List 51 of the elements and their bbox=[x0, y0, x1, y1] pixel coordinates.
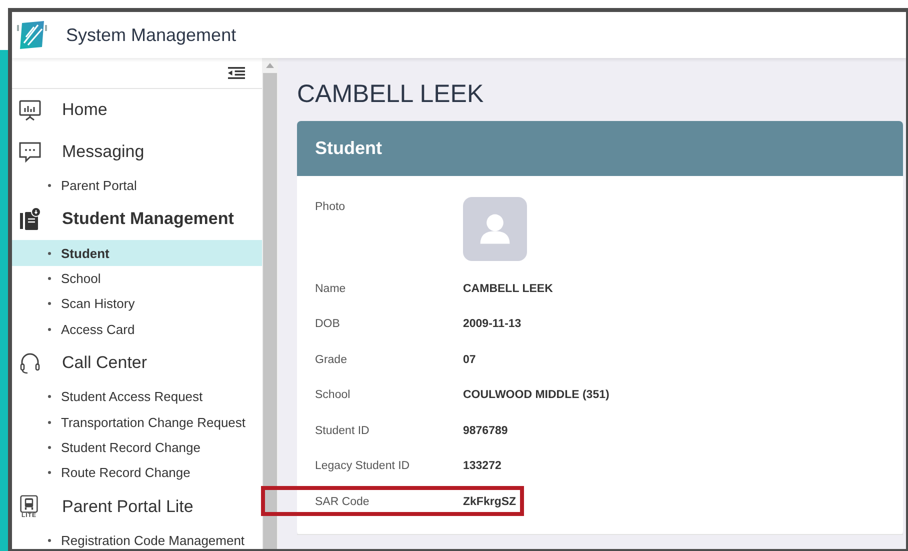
bullet-icon bbox=[48, 184, 51, 188]
menu-item[interactable]: Transportation Change Request bbox=[12, 409, 262, 435]
bullet-icon bbox=[48, 538, 51, 542]
bullet-icon bbox=[48, 252, 51, 255]
menu-item[interactable]: Registration Code Management bbox=[12, 528, 262, 549]
field-value: CAMBELL LEEK bbox=[463, 282, 553, 295]
field-label: DOB bbox=[315, 318, 341, 330]
menu-group[interactable]: Student Management bbox=[12, 198, 262, 240]
bullet-icon bbox=[48, 328, 51, 331]
field-value: 9876789 bbox=[463, 424, 508, 437]
bullet-icon bbox=[48, 276, 51, 280]
field-label: School bbox=[315, 389, 352, 402]
menu-item[interactable]: Student Record Change bbox=[12, 434, 262, 460]
field-label: Name bbox=[315, 282, 347, 295]
bullet-icon bbox=[48, 395, 51, 398]
app-title: System Management bbox=[66, 24, 236, 46]
menu-item[interactable]: Student Access Request bbox=[12, 384, 262, 410]
logo-icon bbox=[16, 18, 48, 52]
menu-item[interactable]: Student bbox=[12, 240, 262, 266]
field-value: ZkFkrgSZ bbox=[463, 496, 516, 508]
book-icon bbox=[18, 207, 42, 232]
bus-icon bbox=[18, 494, 40, 513]
bullet-icon bbox=[48, 446, 51, 449]
card-title: Student bbox=[315, 138, 382, 159]
bullet-icon bbox=[48, 471, 51, 474]
menu-group[interactable]: Home bbox=[12, 89, 262, 131]
field-value: 133272 bbox=[463, 460, 502, 472]
headset-icon bbox=[18, 350, 42, 375]
menu-item[interactable]: Route Record Change bbox=[12, 460, 262, 486]
field-value: 2009-11-13 bbox=[463, 318, 522, 330]
presentation-chart-icon bbox=[18, 98, 42, 122]
menu-group[interactable]: Messaging bbox=[12, 131, 262, 173]
menu-item[interactable]: Access Card bbox=[12, 316, 262, 342]
page-title: CAMBELL LEEK bbox=[297, 79, 485, 110]
field-label: Student ID bbox=[315, 424, 370, 437]
menu-group[interactable]: Call Center bbox=[12, 342, 262, 384]
field-label: Legacy Student ID bbox=[315, 460, 411, 472]
scrollbar[interactable] bbox=[262, 58, 278, 549]
avatar-placeholder bbox=[463, 197, 527, 261]
field-value: COULWOOD MIDDLE (351) bbox=[463, 389, 610, 402]
bullet-icon bbox=[48, 420, 51, 424]
menu-item[interactable]: School bbox=[12, 266, 262, 292]
chat-bubble-icon bbox=[18, 140, 42, 164]
field-label: Photo bbox=[315, 200, 346, 213]
menu-item[interactable]: Parent Portal bbox=[12, 173, 262, 198]
field-label: Grade bbox=[315, 354, 348, 366]
menu-item[interactable]: Scan History bbox=[12, 291, 262, 317]
field-label: SAR Code bbox=[315, 496, 370, 508]
field-value: 07 bbox=[463, 354, 476, 366]
bullet-icon bbox=[48, 302, 51, 306]
collapse-menu-icon[interactable] bbox=[228, 67, 245, 79]
